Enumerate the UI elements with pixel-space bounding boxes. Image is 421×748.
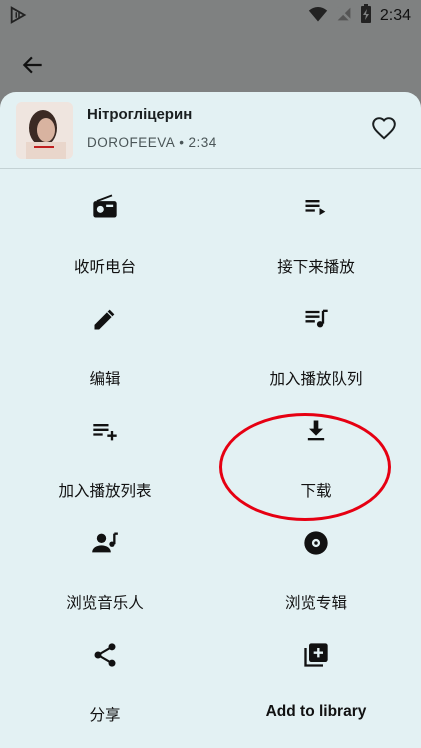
- wifi-icon: [308, 5, 328, 27]
- track-header: Нітрогліцерин DOROFEEVA • 2:34: [0, 92, 421, 167]
- radio-icon: [91, 193, 119, 221]
- action-label: 浏览音乐人: [66, 594, 144, 612]
- track-title: Нітрогліцерин: [87, 106, 193, 123]
- playlist-add-icon: [91, 417, 119, 445]
- album-art: [16, 102, 73, 159]
- action-start-radio[interactable]: 收听电台: [0, 169, 210, 281]
- track-options-sheet: Нітрогліцерин DOROFEEVA • 2:34 收听电台 接下来播放: [0, 92, 421, 748]
- action-label: Add to library: [265, 703, 367, 720]
- edit-pencil-icon: [91, 305, 119, 333]
- action-label: 浏览专辑: [284, 594, 347, 612]
- artist-icon: [91, 529, 119, 557]
- track-meta: DOROFEEVA • 2:34: [87, 135, 217, 150]
- queue-music-icon: [302, 305, 330, 333]
- action-add-to-queue[interactable]: 加入播放队列: [211, 281, 421, 393]
- action-label: 编辑: [89, 370, 121, 388]
- action-edit[interactable]: 编辑: [0, 281, 210, 393]
- action-label: 分享: [89, 706, 121, 724]
- album-disc-icon: [302, 529, 330, 557]
- action-label: 接下来播放: [277, 258, 355, 276]
- library-add-icon: [302, 641, 330, 669]
- status-time: 2:34: [379, 7, 411, 24]
- status-bar: 2:34: [0, 0, 421, 30]
- no-signal-icon: [336, 6, 352, 26]
- action-play-next[interactable]: 接下来播放: [211, 169, 421, 281]
- action-label: 加入播放列表: [58, 482, 152, 500]
- app-notification-icon: [8, 4, 30, 30]
- action-download[interactable]: 下载: [211, 393, 421, 505]
- track-artist: DOROFEEVA: [87, 135, 176, 150]
- download-icon: [302, 417, 330, 445]
- share-icon: [91, 641, 119, 669]
- action-share[interactable]: 分享: [0, 617, 210, 729]
- track-duration: 2:34: [188, 135, 217, 150]
- play-next-icon: [302, 193, 330, 221]
- meta-separator: •: [179, 135, 185, 150]
- back-arrow-icon[interactable]: [20, 52, 46, 78]
- action-add-to-library[interactable]: Add to library: [211, 617, 421, 729]
- battery-charging-icon: [360, 4, 372, 28]
- favorite-heart-icon[interactable]: [371, 116, 397, 142]
- action-label: 加入播放队列: [269, 370, 363, 388]
- action-label: 收听电台: [73, 258, 136, 276]
- action-add-to-playlist[interactable]: 加入播放列表: [0, 393, 210, 505]
- action-browse-album[interactable]: 浏览专辑: [211, 505, 421, 617]
- action-label: 下载: [300, 482, 332, 500]
- action-browse-artist[interactable]: 浏览音乐人: [0, 505, 210, 617]
